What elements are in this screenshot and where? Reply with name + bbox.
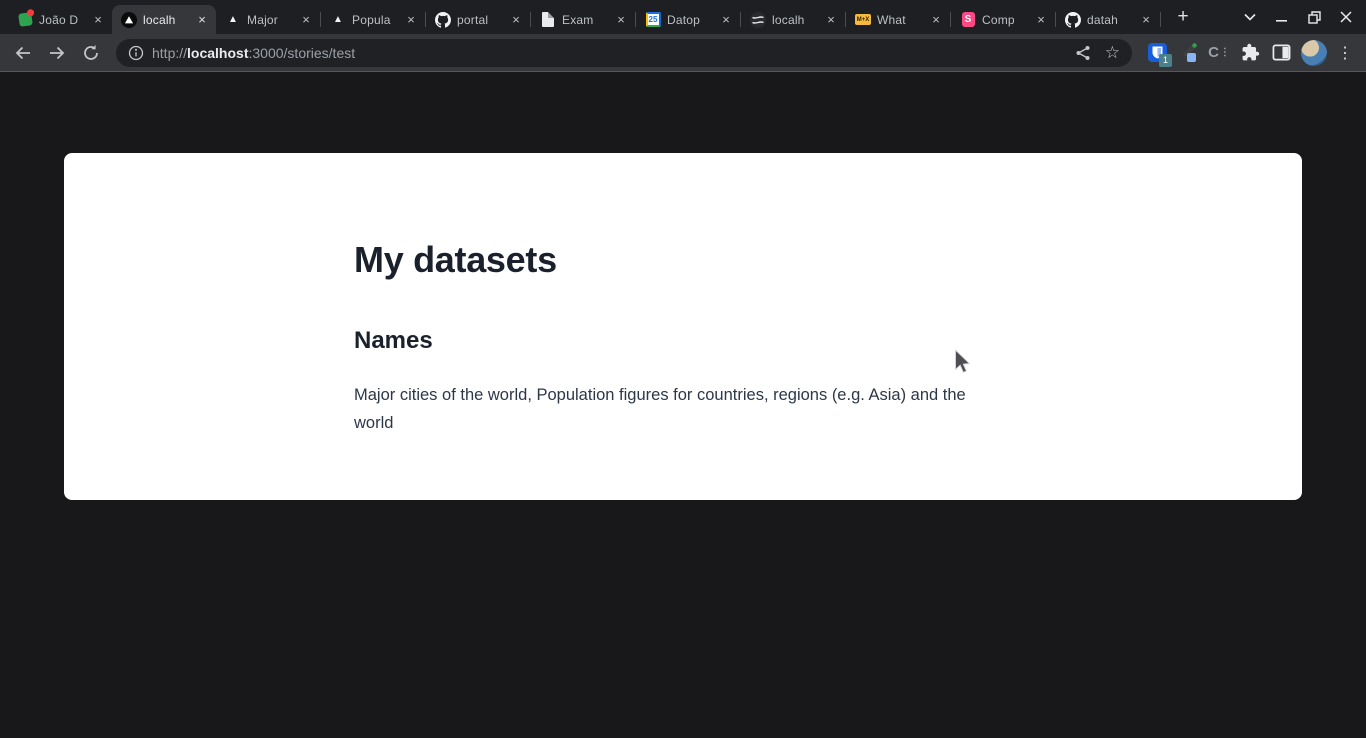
tab-title: What xyxy=(877,13,922,27)
tab-title: Exam xyxy=(562,13,607,27)
address-bar[interactable]: http://localhost:3000/stories/test ☆ xyxy=(116,39,1132,67)
tab-localhost-active[interactable]: localh × xyxy=(112,5,216,34)
eyedropper-extension-icon[interactable] xyxy=(1177,41,1199,65)
page-info-icon[interactable] xyxy=(128,45,144,61)
tab-major[interactable]: ▲ Major × xyxy=(216,5,320,34)
back-button[interactable] xyxy=(8,38,38,68)
tab-title: Major xyxy=(247,13,292,27)
tab-title: João D xyxy=(39,13,84,27)
tab-title: localh xyxy=(772,13,817,27)
tab-components[interactable]: S Comp × xyxy=(951,5,1055,34)
colorpick-extension-icon[interactable]: C⋮ xyxy=(1208,41,1230,65)
page-title: My datasets xyxy=(354,239,1002,281)
tab-popula[interactable]: ▲ Popula × xyxy=(321,5,425,34)
tab-search-chevron-icon[interactable] xyxy=(1234,2,1266,32)
side-panel-icon[interactable] xyxy=(1270,41,1292,65)
tab-title: Datop xyxy=(667,13,712,27)
tab-datahub[interactable]: datah × xyxy=(1056,5,1160,34)
tab-title: Popula xyxy=(352,13,397,27)
browser-window: João D × localh × ▲ Major × ▲ Popula × xyxy=(0,0,1366,738)
tab-portal[interactable]: portal × xyxy=(426,5,530,34)
tab-close-icon[interactable]: × xyxy=(718,12,734,28)
bitwarden-badge: 1 xyxy=(1159,54,1172,67)
share-icon[interactable] xyxy=(1075,45,1091,61)
storybook-icon: S xyxy=(960,12,976,28)
triangle-icon: ▲ xyxy=(225,12,241,28)
datasets-description: Major cities of the world, Population fi… xyxy=(354,381,1002,437)
tab-example[interactable]: Exam × xyxy=(531,5,635,34)
tab-title: localh xyxy=(143,13,188,27)
tab-title: Comp xyxy=(982,13,1027,27)
tab-datop[interactable]: 25 Datop × xyxy=(636,5,740,34)
restore-button[interactable] xyxy=(1298,2,1330,32)
toolbar: http://localhost:3000/stories/test ☆ 1 C… xyxy=(0,34,1366,72)
page-content: My datasets Names Major cities of the wo… xyxy=(0,72,1366,738)
github-icon xyxy=(435,12,451,28)
datasets-card: My datasets Names Major cities of the wo… xyxy=(64,153,1302,500)
browser-menu-icon[interactable]: ⋮ xyxy=(1336,43,1354,63)
vercel-icon xyxy=(121,12,137,28)
tab-close-icon[interactable]: × xyxy=(1033,12,1049,28)
tab-joao[interactable]: João D × xyxy=(8,5,112,34)
mdx-icon: M+X xyxy=(855,12,871,28)
github-icon xyxy=(1065,12,1081,28)
globe-dark-icon xyxy=(750,12,766,28)
extensions-area: 1 C⋮ ⋮ xyxy=(1142,40,1358,66)
extensions-puzzle-icon[interactable] xyxy=(1239,41,1261,65)
mouse-cursor xyxy=(954,349,974,377)
forward-button[interactable] xyxy=(42,38,72,68)
bitwarden-extension-icon[interactable]: 1 xyxy=(1146,41,1168,65)
tab-close-icon[interactable]: × xyxy=(823,12,839,28)
tab-close-icon[interactable]: × xyxy=(613,12,629,28)
triangle-icon: ▲ xyxy=(330,12,346,28)
window-controls xyxy=(1234,0,1366,34)
tab-separator xyxy=(1160,12,1161,27)
google-calendar-icon: 25 xyxy=(645,12,661,28)
url-text: http://localhost:3000/stories/test xyxy=(152,45,355,61)
tab-localhost-2[interactable]: localh × xyxy=(741,5,845,34)
profile-avatar[interactable] xyxy=(1301,40,1327,66)
tab-close-icon[interactable]: × xyxy=(298,12,314,28)
tab-title: datah xyxy=(1087,13,1132,27)
tab-close-icon[interactable]: × xyxy=(1138,12,1154,28)
github-notification-icon xyxy=(17,12,33,28)
reload-button[interactable] xyxy=(76,38,106,68)
section-heading-names: Names xyxy=(354,327,1002,355)
close-window-button[interactable] xyxy=(1330,2,1362,32)
tab-close-icon[interactable]: × xyxy=(508,12,524,28)
tab-title: portal xyxy=(457,13,502,27)
tab-close-icon[interactable]: × xyxy=(90,12,106,28)
tab-what[interactable]: M+X What × xyxy=(846,5,950,34)
tab-close-icon[interactable]: × xyxy=(194,12,210,28)
bookmark-star-icon[interactable]: ☆ xyxy=(1105,43,1120,63)
tab-close-icon[interactable]: × xyxy=(928,12,944,28)
document-icon xyxy=(540,12,556,28)
minimize-button[interactable] xyxy=(1266,2,1298,32)
tab-close-icon[interactable]: × xyxy=(403,12,419,28)
new-tab-button[interactable]: + xyxy=(1169,3,1197,31)
tab-strip: João D × localh × ▲ Major × ▲ Popula × xyxy=(0,0,1366,34)
